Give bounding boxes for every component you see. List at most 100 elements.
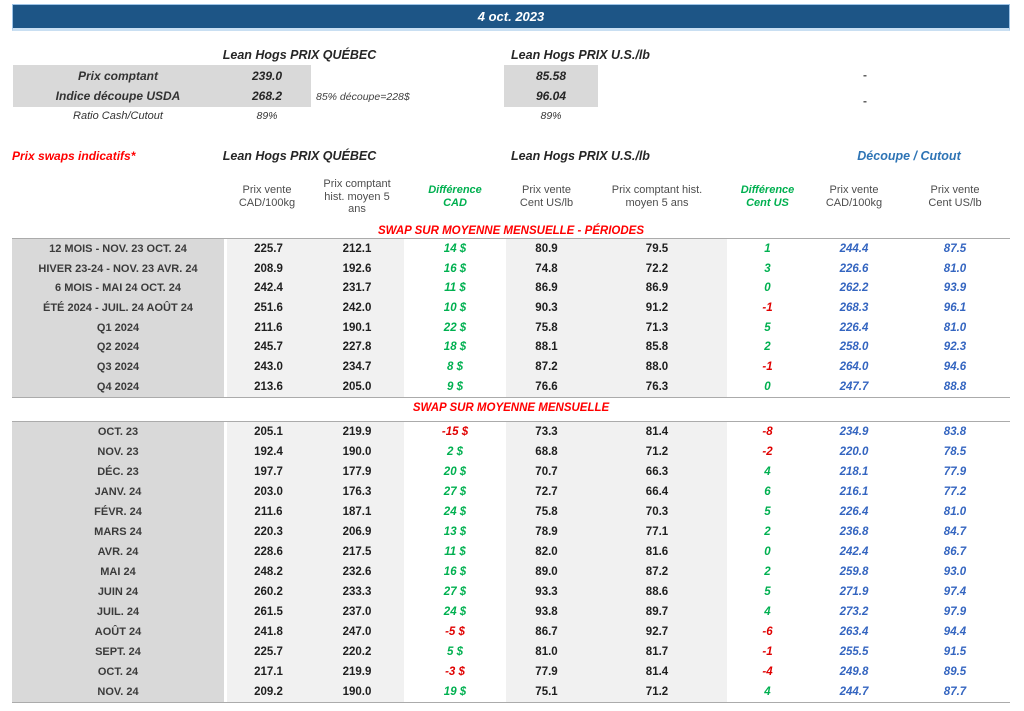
cell-value: 16 $	[443, 566, 467, 578]
column-header: Prix vente CAD/100kg	[825, 184, 883, 209]
spot-price-label: Prix comptant	[77, 69, 158, 83]
cell-value: 16 $	[443, 262, 467, 275]
cell-value: 93.9	[943, 282, 967, 295]
cell-value: 260.2	[224, 582, 310, 602]
ratio-qc-value: 89%	[256, 110, 278, 122]
row-label: MAI 24	[12, 562, 224, 582]
cell-value: 27 $	[443, 486, 467, 498]
cell-value: 220.0	[839, 446, 869, 458]
cell-value: 92.7	[587, 622, 727, 642]
cell-value: 91.5	[943, 646, 967, 658]
cell-value: 217.1	[224, 662, 310, 682]
cell-value: 19 $	[443, 686, 467, 698]
cell-value: 79.5	[587, 239, 727, 259]
cell-value: 78.5	[943, 446, 967, 458]
column-header: Différence Cent US	[740, 184, 795, 209]
cell-value: 259.8	[839, 566, 869, 578]
cell-value: -1	[762, 360, 773, 373]
cell-value: 190.1	[310, 317, 404, 338]
cell-value: 217.5	[310, 542, 404, 562]
cell-value: 96.1	[943, 301, 967, 314]
cell-value: 205.0	[310, 376, 404, 397]
cell-value: 81.0	[943, 321, 967, 334]
cell-value: 81.6	[587, 542, 727, 562]
cell-value: 5	[764, 586, 771, 598]
cell-value: 249.8	[839, 666, 869, 678]
monthly-section-title: SWAP SUR MOYENNE MENSUELLE	[412, 402, 610, 414]
row-label: Q4 2024	[12, 376, 224, 397]
cell-value: 247.7	[839, 380, 869, 393]
cell-value: 86.9	[506, 278, 587, 299]
cell-value: 86.7	[943, 546, 967, 558]
cell-value: 226.4	[839, 506, 869, 518]
cell-value: 89.5	[943, 666, 967, 678]
column-header: Prix vente CAD/100kg	[238, 184, 296, 209]
cell-value: 197.7	[224, 462, 310, 482]
cell-value: 84.7	[943, 526, 967, 538]
cell-value: 9 $	[447, 380, 463, 393]
spot-price-us-value: 85.58	[535, 69, 567, 83]
cell-value: 177.9	[310, 462, 404, 482]
cell-value: 1	[764, 242, 771, 255]
cell-value: 187.1	[310, 502, 404, 522]
cell-value: 220.2	[310, 642, 404, 662]
cell-value: 233.3	[310, 582, 404, 602]
cell-value: 4	[764, 686, 771, 698]
cell-value: 212.1	[310, 239, 404, 259]
column-header: Différence CAD	[428, 184, 482, 209]
cell-value: 242.4	[839, 546, 869, 558]
cell-value: 225.7	[224, 642, 310, 662]
cell-value: 81.4	[587, 662, 727, 682]
cell-value: 231.7	[310, 278, 404, 299]
cell-value: 0	[764, 282, 771, 295]
cell-value: 88.6	[587, 582, 727, 602]
cell-value: 92.3	[943, 341, 967, 354]
row-label: Q3 2024	[12, 357, 224, 377]
cell-value: 22 $	[443, 321, 467, 334]
cell-value: 89.7	[587, 602, 727, 622]
row-label: AOÛT 24	[12, 622, 224, 642]
spot-price-dash: -	[863, 68, 867, 82]
row-label: ÉTÉ 2024 - JUIL. 24 AOÛT 24	[12, 298, 224, 318]
cell-value: 87.7	[943, 686, 967, 698]
row-label: 12 MOIS - NOV. 23 OCT. 24	[12, 239, 224, 259]
cell-value: 70.3	[587, 502, 727, 522]
column-headers: Prix vente CAD/100kg Prix comptant hist. …	[12, 170, 1010, 224]
cell-value: 81.0	[943, 262, 967, 275]
cell-value: 2	[764, 526, 771, 538]
report-page: 4 oct. 2023 Lean Hogs PRIX QUÉBEC Lean H…	[0, 0, 1024, 711]
cell-value: 262.2	[839, 282, 869, 295]
cell-value: 226.6	[839, 262, 869, 275]
cell-value: 82.0	[506, 542, 587, 562]
cell-value: 86.9	[587, 278, 727, 299]
cell-value: 78.9	[506, 522, 587, 542]
cell-value: 264.0	[839, 360, 869, 373]
cell-value: 242.4	[224, 278, 310, 299]
row-label: FÉVR. 24	[12, 502, 224, 522]
cell-value: 263.4	[839, 626, 869, 638]
cell-value: 77.9	[506, 662, 587, 682]
cell-value: 85.8	[587, 337, 727, 358]
cell-value: 87.2	[506, 357, 587, 377]
cell-value: 6	[764, 486, 771, 498]
cell-value: 70.7	[506, 462, 587, 482]
cell-value: 72.7	[506, 482, 587, 502]
column-header: Prix comptant hist. moyen 5 ans	[611, 184, 703, 209]
column-header-spacer	[12, 170, 224, 224]
cell-value: 244.7	[839, 686, 869, 698]
cell-value: 248.2	[224, 562, 310, 582]
row-label: JUIN 24	[12, 582, 224, 602]
cell-value: 5	[764, 506, 771, 518]
cell-value: -15 $	[441, 426, 469, 438]
ratio-us-value: 89%	[540, 110, 562, 122]
row-label: Q2 2024	[12, 337, 224, 358]
row-label: AVR. 24	[12, 542, 224, 562]
cell-value: 81.7	[587, 642, 727, 662]
cell-value: 5 $	[447, 646, 463, 658]
cell-value: 4	[764, 466, 771, 478]
cell-value: 271.9	[839, 586, 869, 598]
cell-value: 261.5	[224, 602, 310, 622]
cell-value: 268.3	[839, 301, 869, 314]
cell-value: 218.1	[839, 466, 869, 478]
cell-value: 87.5	[943, 242, 967, 255]
